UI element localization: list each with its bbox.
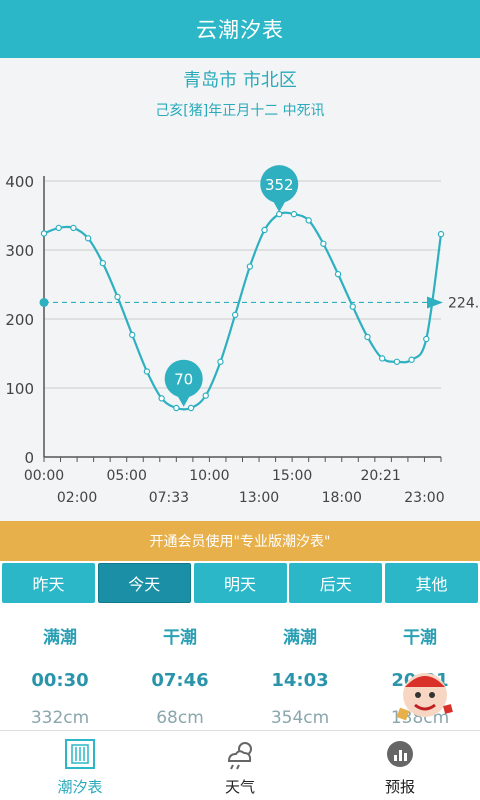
tide-point xyxy=(290,210,298,218)
tide-point xyxy=(187,404,195,412)
tide-point xyxy=(305,217,312,224)
tide-point xyxy=(334,270,342,278)
nav-label: 天气 xyxy=(224,778,255,796)
nav-tide-table[interactable]: 潮汐表 xyxy=(0,731,160,800)
current-level-dot xyxy=(39,297,49,307)
nav-weather[interactable]: 天气 xyxy=(160,731,320,800)
x-tick-label: 23:00 xyxy=(404,490,444,506)
y-tick-label: 200 xyxy=(5,311,34,329)
tab-yesterday[interactable]: 昨天 xyxy=(2,563,95,603)
tide-type: 干潮 xyxy=(163,628,197,648)
app-title: 云潮汐表 xyxy=(196,18,284,42)
forecast-icon xyxy=(387,741,413,767)
tide-point xyxy=(158,395,165,402)
current-level-arrow xyxy=(427,296,443,309)
marker-label: 70 xyxy=(174,371,193,389)
tide-point xyxy=(246,263,254,270)
tide-point xyxy=(349,303,356,310)
tide-type: 满潮 xyxy=(283,628,317,648)
nav-forecast[interactable]: 预报 xyxy=(320,731,480,800)
tide-point xyxy=(129,331,136,339)
weather-icon xyxy=(227,742,252,770)
x-tick-label: 02:00 xyxy=(57,490,97,506)
tide-point xyxy=(173,404,180,412)
tide-point xyxy=(202,392,209,399)
tide-point xyxy=(55,224,62,232)
tab-day-after-tomorrow[interactable]: 后天 xyxy=(289,563,383,603)
tide-item: 满潮 14:03 354cm xyxy=(240,605,360,730)
tide-point xyxy=(99,259,107,267)
tide-point xyxy=(217,358,224,365)
current-level-label: 224. xyxy=(448,295,479,311)
tide-height: 354cm xyxy=(270,708,330,728)
y-tick-label: 100 xyxy=(5,380,34,398)
y-tick-label: 400 xyxy=(5,173,34,191)
bottom-nav: 潮汐表 天气 预报 xyxy=(0,730,480,800)
tide-point xyxy=(143,368,151,375)
mascot-icon[interactable] xyxy=(390,665,460,725)
tide-item: 干潮 07:46 68cm xyxy=(120,605,240,730)
tide-type: 满潮 xyxy=(43,628,77,648)
tide-point xyxy=(320,240,327,247)
nav-label: 潮汐表 xyxy=(57,778,103,796)
tide-point xyxy=(114,293,121,301)
tide-point xyxy=(84,235,92,242)
tide-time: 07:46 xyxy=(151,670,209,691)
x-tick-label: 20:21 xyxy=(360,468,400,484)
x-tick-label: 00:00 xyxy=(24,468,64,484)
nav-label: 预报 xyxy=(384,778,415,796)
tide-chart: 0 100 200 300 400 00:00 05:00 10:00 15:00 20:21 02… xyxy=(5,165,479,506)
x-tick-label: 10:00 xyxy=(189,468,229,484)
tide-time: 14:03 xyxy=(271,670,329,691)
tide-point xyxy=(364,333,371,341)
tide-time: 00:30 xyxy=(31,670,89,691)
x-tick-label: 13:00 xyxy=(239,490,279,506)
vip-banner[interactable]: 开通会员使用"专业版潮汐表" xyxy=(0,521,480,561)
tide-point xyxy=(437,230,445,238)
tide-height: 332cm xyxy=(30,708,90,728)
tide-point xyxy=(378,355,386,362)
tide-type: 干潮 xyxy=(403,628,437,648)
lunar-date: 己亥[猪]年正月十二 中死讯 xyxy=(155,103,325,119)
day-tabs: 昨天 今天 明天 后天 其他 xyxy=(0,561,480,605)
tide-table-icon xyxy=(65,739,95,769)
tide-curve xyxy=(43,211,443,411)
y-tick-label: 300 xyxy=(5,242,34,260)
tide-point xyxy=(393,358,401,365)
x-tick-label: 07:33 xyxy=(149,490,189,506)
tab-other[interactable]: 其他 xyxy=(385,563,478,603)
tide-point xyxy=(70,224,77,232)
tide-item: 满潮 00:30 332cm xyxy=(0,605,120,730)
marker-label: 352 xyxy=(265,176,294,194)
tide-point xyxy=(423,335,430,343)
tide-point xyxy=(40,230,48,237)
tide-height: 68cm xyxy=(156,708,204,728)
location-label[interactable]: 青岛市 市北区 xyxy=(0,66,480,92)
tide-point xyxy=(231,311,239,319)
tide-point xyxy=(408,356,415,363)
x-tick-label: 05:00 xyxy=(107,468,147,484)
tide-point xyxy=(261,226,268,234)
x-tick-label: 18:00 xyxy=(322,490,362,506)
tide-point xyxy=(276,210,283,218)
tab-tomorrow[interactable]: 明天 xyxy=(193,563,287,603)
x-tick-label: 15:00 xyxy=(272,468,312,484)
y-tick-label: 0 xyxy=(24,449,34,467)
tab-today[interactable]: 今天 xyxy=(97,563,191,603)
